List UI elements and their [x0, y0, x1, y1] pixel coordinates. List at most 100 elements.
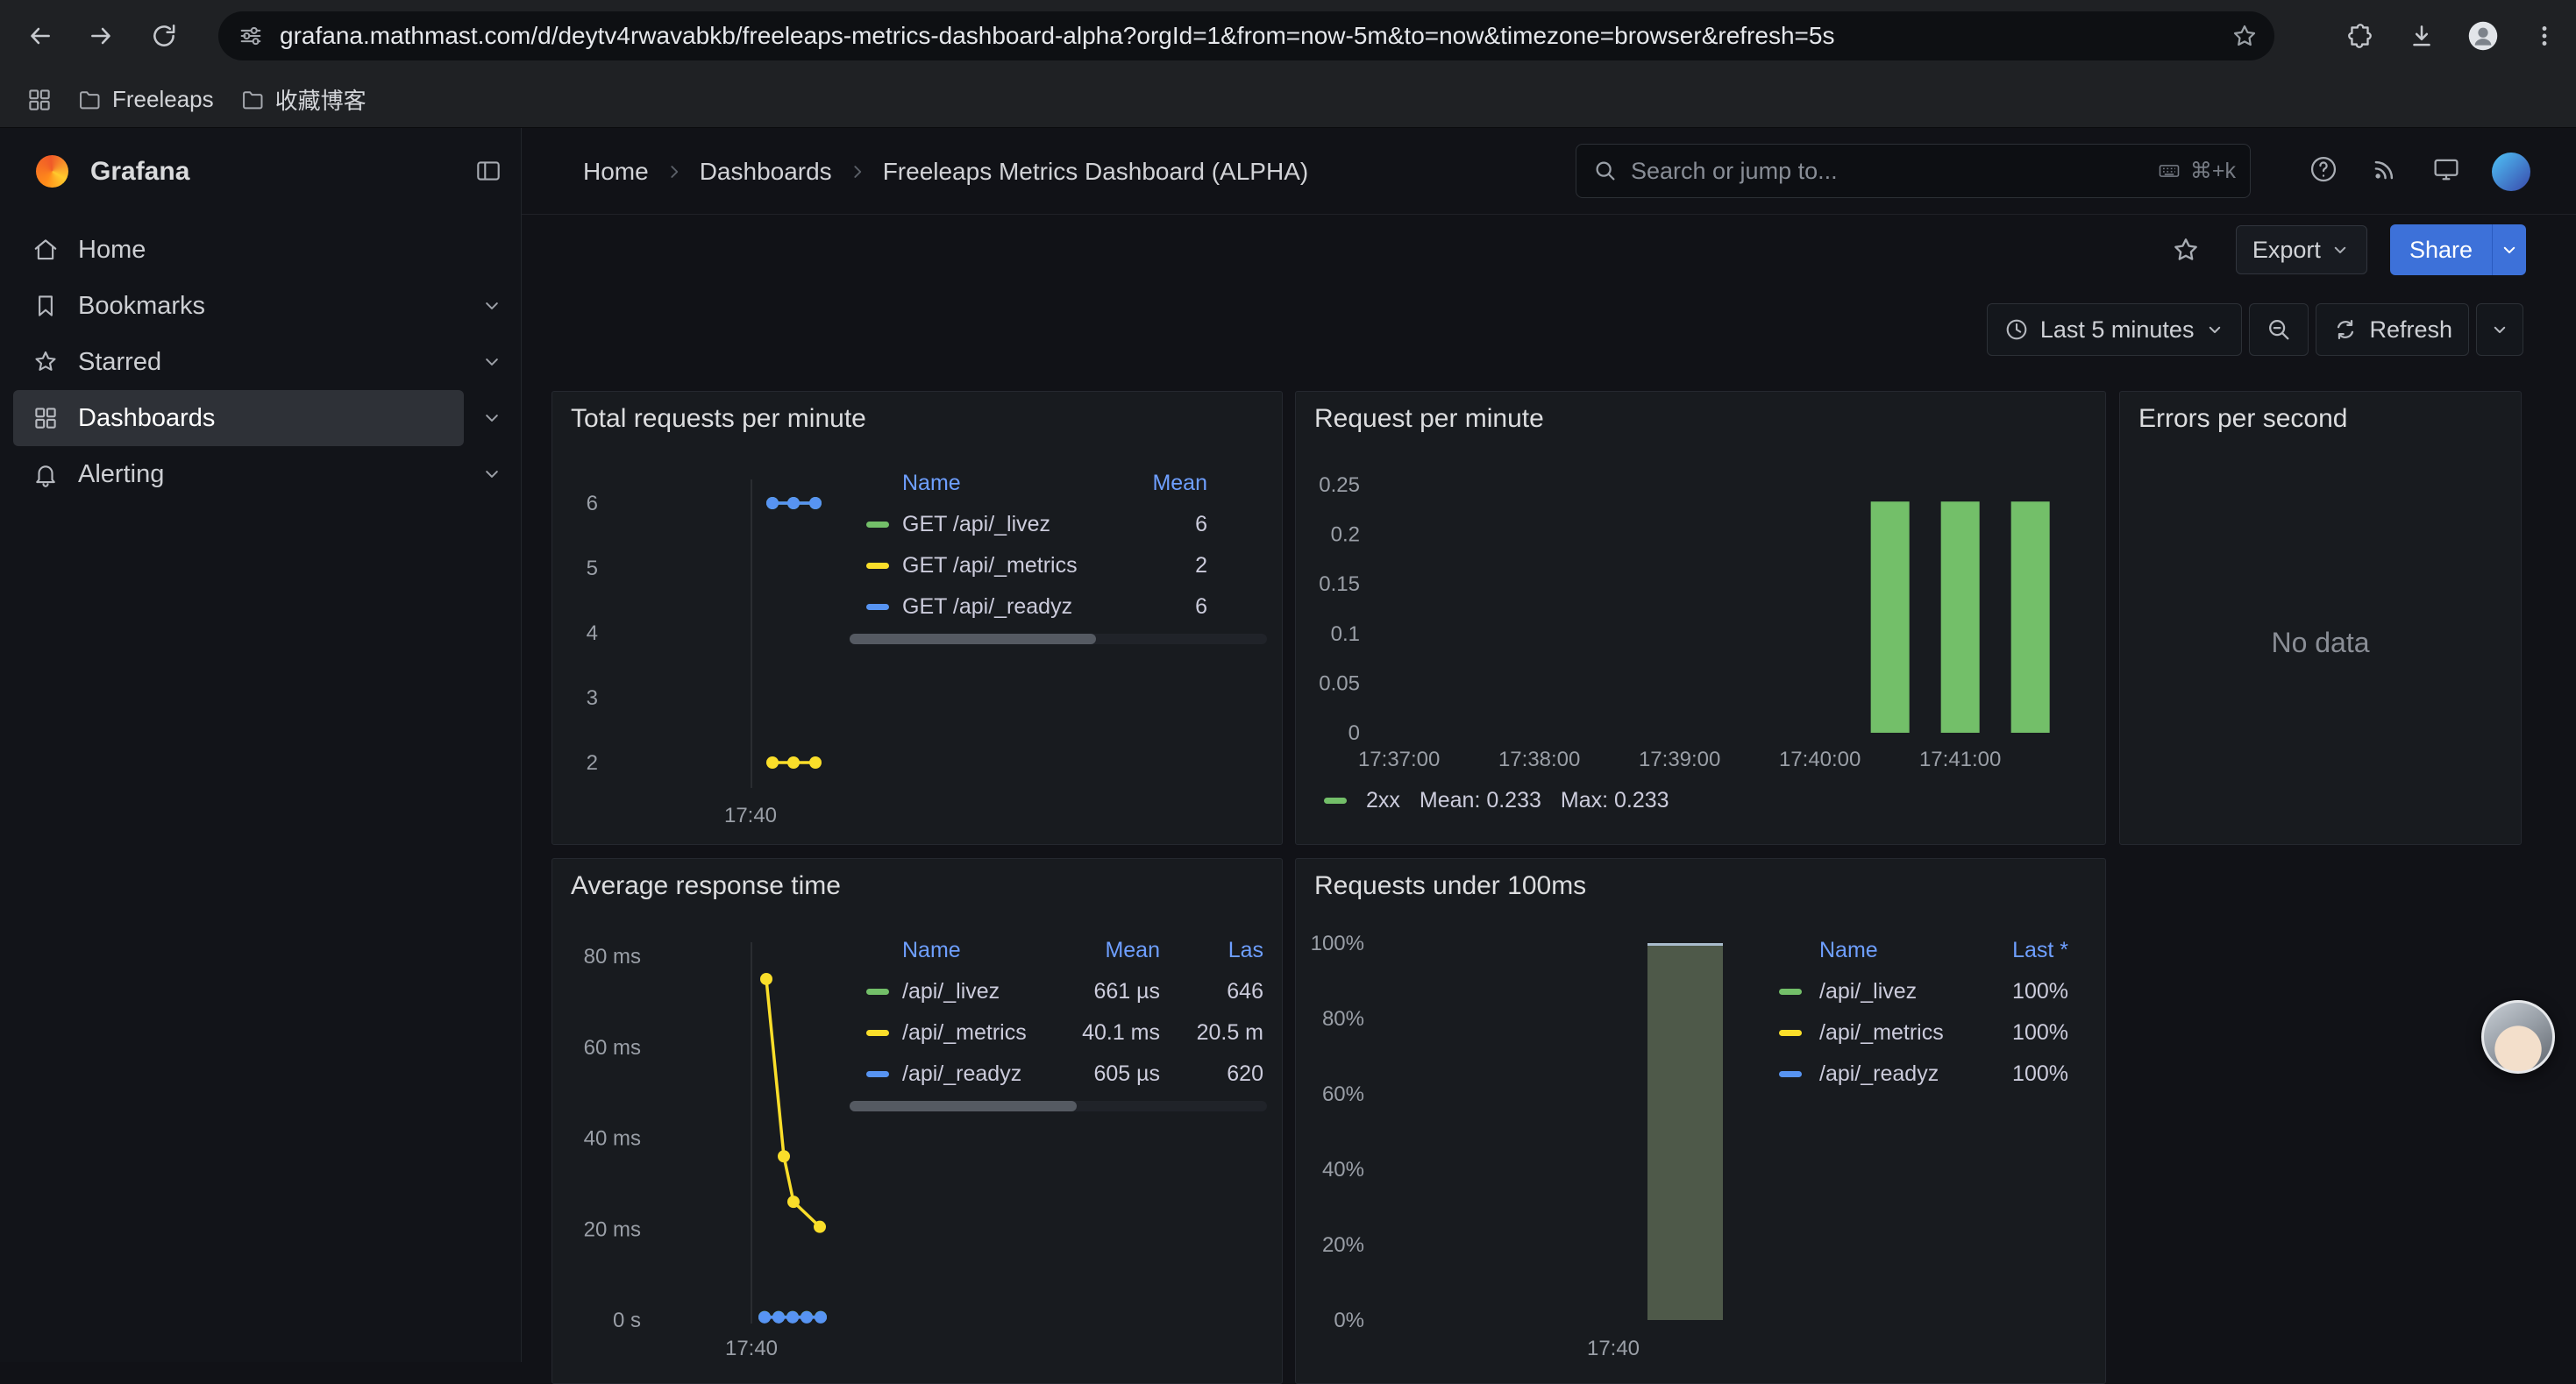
- svg-text:20%: 20%: [1322, 1233, 1364, 1257]
- url-bar[interactable]: grafana.mathmast.com/d/deytv4rwavabkb/fr…: [218, 11, 2274, 60]
- display-button[interactable]: [2430, 153, 2462, 189]
- assistant-avatar[interactable]: [2481, 1000, 2555, 1074]
- user-avatar[interactable]: [2492, 153, 2530, 191]
- svg-text:0 s: 0 s: [613, 1309, 641, 1332]
- puzzle-icon: [2345, 21, 2375, 51]
- breadcrumb: HomeDashboardsFreeleaps Metrics Dashboar…: [583, 128, 1308, 215]
- sidebar-item-dashboards[interactable]: Dashboards: [13, 390, 464, 446]
- sidebar: Grafana Home BookmarksStarred Dashboards Al…: [0, 128, 522, 1362]
- grafana-logo[interactable]: [36, 155, 68, 188]
- svg-text:6: 6: [587, 492, 598, 515]
- sidebar-item-home[interactable]: Home: [13, 222, 464, 278]
- forward-button[interactable]: [78, 12, 125, 60]
- back-icon: [25, 21, 54, 51]
- svg-text:17:40:00: 17:40:00: [1779, 748, 1861, 771]
- legend-scrollbar[interactable]: [850, 634, 1267, 644]
- sidebar-item-alerting[interactable]: Alerting: [13, 446, 464, 502]
- bookmark-label: Freeleaps: [112, 86, 214, 113]
- reload-button[interactable]: [140, 12, 188, 60]
- share-menu-button[interactable]: [2492, 224, 2526, 275]
- svg-text:5: 5: [587, 557, 598, 580]
- screen: grafana.mathmast.com/d/deytv4rwavabkb/fr…: [0, 0, 2576, 1362]
- svg-text:40 ms: 40 ms: [584, 1127, 641, 1151]
- search-placeholder: Search or jump to...: [1631, 158, 1838, 185]
- breadcrumb-separator-icon: [846, 160, 869, 183]
- legend-row: /api/_metrics100%: [1762, 1012, 2069, 1054]
- legend-header-value[interactable]: Last *: [1762, 934, 2068, 966]
- url-text[interactable]: grafana.mathmast.com/d/deytv4rwavabkb/fr…: [280, 22, 1834, 50]
- legend-max: Max: 0.233: [1561, 788, 1669, 813]
- export-button[interactable]: Export: [2236, 225, 2367, 274]
- news-button[interactable]: [2369, 153, 2401, 189]
- site-settings-icon[interactable]: [238, 23, 264, 49]
- favorite-star-icon[interactable]: [2171, 235, 2201, 265]
- legend-series-name[interactable]: 2xx: [1366, 788, 1400, 813]
- refresh-interval-button[interactable]: [2476, 303, 2523, 356]
- legend-header-value[interactable]: Mean: [850, 467, 1207, 499]
- time-range-label: Last 5 minutes: [2040, 316, 2195, 344]
- back-button[interactable]: [16, 12, 63, 60]
- legend-header-value[interactable]: Las: [850, 934, 1263, 966]
- zoom-out-button[interactable]: [2249, 303, 2309, 356]
- svg-text:17:41:00: 17:41:00: [1919, 748, 2001, 771]
- legend-value: 100%: [1762, 1054, 2068, 1095]
- svg-text:17:39:00: 17:39:00: [1639, 748, 1720, 771]
- svg-text:80 ms: 80 ms: [584, 945, 641, 969]
- panel-legend: NameMeanLas/api/_livez661 µs646/api/_met…: [850, 934, 1267, 1118]
- legend-scrollbar[interactable]: [850, 1101, 1267, 1111]
- bookmark-folder-1[interactable]: Freeleaps: [77, 86, 214, 113]
- browser-menu-button[interactable]: [2523, 15, 2565, 57]
- svg-text:60%: 60%: [1322, 1082, 1364, 1106]
- breadcrumb-separator-icon: [663, 160, 686, 183]
- chevron-down-icon[interactable]: [480, 294, 504, 318]
- brand-title: Grafana: [90, 128, 189, 215]
- svg-text:0.15: 0.15: [1319, 572, 1360, 596]
- legend-value: 100%: [1762, 1012, 2068, 1054]
- sidebar-nav: Home BookmarksStarred Dashboards Alerting: [0, 222, 521, 502]
- panel-legend: NameMeanGET /api/_livez6GET /api/_metric…: [850, 467, 1267, 651]
- sidebar-item-starred[interactable]: Starred: [13, 334, 464, 390]
- browser-profile-button[interactable]: [2462, 15, 2504, 57]
- top-nav-row: HomeDashboardsFreeleaps Metrics Dashboar…: [522, 128, 2576, 215]
- chevron-down-icon: [2489, 319, 2510, 340]
- sidebar-item-label: Home: [78, 236, 146, 265]
- bookmark-folder-2[interactable]: 收藏博客: [240, 83, 366, 116]
- main-area: HomeDashboardsFreeleaps Metrics Dashboar…: [522, 128, 2576, 1362]
- svg-text:0: 0: [1348, 721, 1360, 745]
- svg-text:17:37:00: 17:37:00: [1358, 748, 1440, 771]
- chevron-down-icon[interactable]: [480, 406, 504, 430]
- scrollbar-thumb[interactable]: [850, 1101, 1077, 1111]
- scrollbar-thumb[interactable]: [850, 634, 1096, 644]
- extensions-button[interactable]: [2339, 15, 2381, 57]
- chevron-down-icon[interactable]: [480, 350, 504, 374]
- breadcrumb-item[interactable]: Dashboards: [700, 158, 832, 186]
- help-button[interactable]: [2308, 153, 2339, 189]
- legend-value: 20.5 m: [850, 1012, 1263, 1054]
- svg-text:40%: 40%: [1322, 1158, 1364, 1182]
- star-icon: [32, 349, 59, 375]
- chevron-down-icon: [2499, 239, 2520, 260]
- refresh-button[interactable]: Refresh: [2316, 303, 2469, 356]
- apps-grid-icon[interactable]: [26, 87, 53, 113]
- panel-title[interactable]: Errors per second: [2138, 404, 2347, 434]
- svg-text:17:40: 17:40: [724, 804, 777, 827]
- share-button[interactable]: Share: [2390, 224, 2492, 275]
- bell-icon: [32, 461, 59, 487]
- download-icon: [2407, 21, 2437, 51]
- svg-text:4: 4: [587, 621, 598, 645]
- breadcrumb-item[interactable]: Home: [583, 158, 649, 186]
- panel-legend: NameLast */api/_livez100%/api/_metrics10…: [1762, 934, 2069, 1118]
- time-range-picker[interactable]: Last 5 minutes: [1987, 303, 2243, 356]
- sidebar-item-bookmarks[interactable]: Bookmarks: [13, 278, 464, 334]
- download-button[interactable]: [2401, 15, 2443, 57]
- profile-avatar-icon: [2466, 18, 2501, 53]
- forward-icon: [87, 21, 117, 51]
- chevron-down-icon[interactable]: [480, 462, 504, 486]
- search-shortcut: ⌘+k: [2157, 158, 2236, 184]
- browser-toolbar: grafana.mathmast.com/d/deytv4rwavabkb/fr…: [0, 0, 2576, 72]
- collapse-sidebar-button[interactable]: [473, 156, 503, 186]
- sidebar-item-label: Dashboards: [78, 404, 215, 433]
- search-input[interactable]: Search or jump to... ⌘+k: [1576, 144, 2251, 198]
- bookmark-star-icon[interactable]: [2231, 22, 2259, 50]
- refresh-icon: [2332, 316, 2359, 343]
